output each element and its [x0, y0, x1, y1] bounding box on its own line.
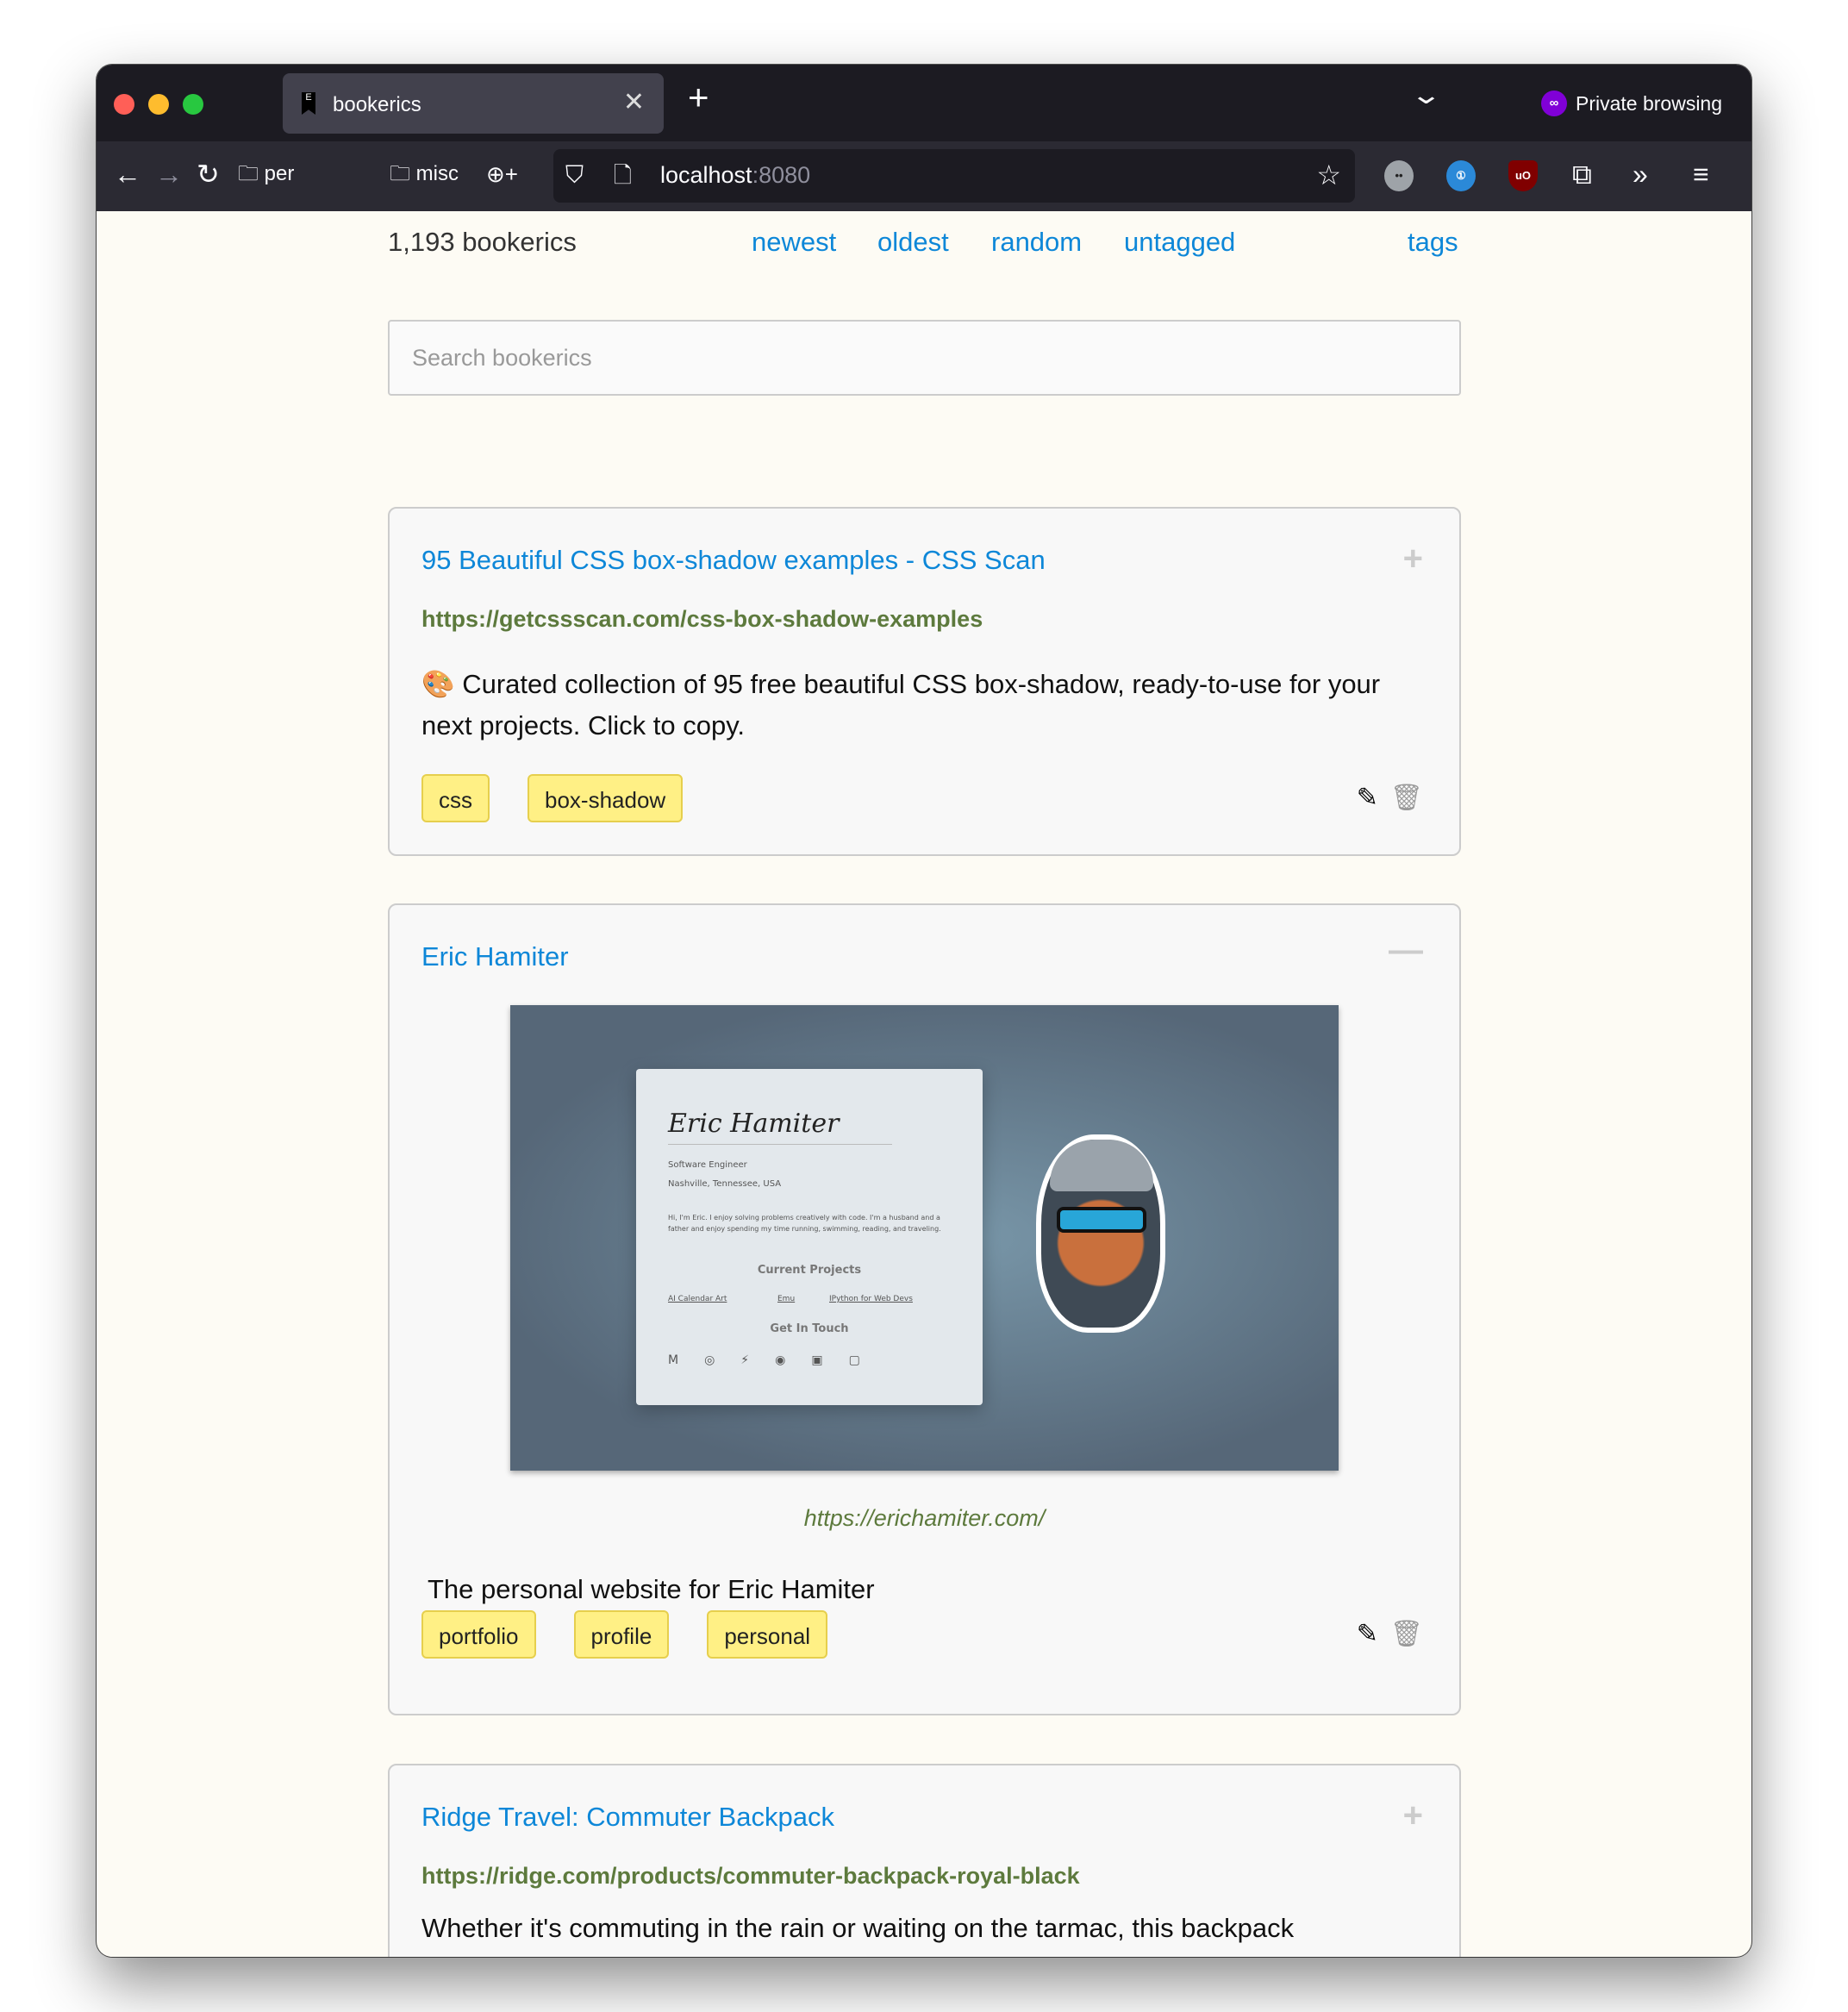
bookmark-url-link[interactable]: https://ridge.com/products/commuter-back…: [421, 1863, 1080, 1890]
nav-toolbar: ← → ↻ 🗀 per 🗀 misc ⊕+ ⛉ 🗋 localhost:8080…: [97, 141, 1751, 211]
nav-untagged[interactable]: untagged: [1124, 227, 1235, 258]
edit-pencil-icon[interactable]: ✎: [1357, 783, 1378, 813]
private-mask-icon: ∞: [1541, 91, 1567, 116]
expand-plus-icon[interactable]: +: [1403, 1796, 1423, 1835]
preview-project: IPython for Web Devs: [829, 1295, 913, 1303]
tab-title: bookerics: [333, 93, 421, 116]
address-bar[interactable]: ⛉ 🗋 localhost:8080 ☆: [553, 149, 1355, 203]
expand-plus-icon[interactable]: +: [1403, 540, 1423, 578]
zoom-window-button[interactable]: [183, 94, 203, 115]
trash-icon[interactable]: 🗑: [1390, 783, 1423, 813]
reload-icon[interactable]: ↻: [197, 157, 220, 191]
hamburger-menu-icon[interactable]: ≡: [1693, 157, 1709, 191]
bookmark-folder-per[interactable]: 🗀 per: [238, 157, 294, 191]
page-content: 1,193 bookerics newest oldest random unt…: [97, 211, 1751, 1957]
nav-oldest[interactable]: oldest: [877, 227, 949, 258]
bookmark-title-link[interactable]: 95 Beautiful CSS box-shadow examples - C…: [421, 545, 1046, 576]
tab-bookerics[interactable]: E bookerics ✕: [283, 73, 664, 134]
tag-profile[interactable]: profile: [573, 1610, 670, 1659]
card-actions: ✎ 🗑: [1357, 1619, 1423, 1649]
bookmark-url-link[interactable]: https://getcssscan.com/css-box-shadow-ex…: [421, 606, 983, 633]
preview-contact-heading: Get In Touch: [770, 1322, 849, 1335]
bookmark-folder-misc[interactable]: 🗀 misc: [390, 157, 459, 191]
preview-role: Software Engineer: [668, 1160, 747, 1170]
preview-location: Nashville, Tennessee, USA: [668, 1179, 782, 1189]
nav-tags[interactable]: tags: [1408, 227, 1458, 258]
tag-list: portfolio profile personal: [421, 1610, 828, 1659]
preview-social-icons: M◎⚡◉▣▢: [668, 1353, 886, 1367]
add-label: +: [504, 161, 518, 187]
avatar-illustration: [1036, 1134, 1165, 1333]
minimize-window-button[interactable]: [148, 94, 169, 115]
preview-projects-heading: Current Projects: [757, 1264, 862, 1277]
tag-list: css box-shadow: [421, 774, 684, 822]
bookmark-description: 🎨 Curated collection of 95 free beautifu…: [421, 669, 1381, 740]
page-icon: 🗋: [614, 162, 632, 188]
close-window-button[interactable]: [114, 94, 134, 115]
globe-bookmark-add[interactable]: ⊕+: [486, 157, 518, 191]
globe-icon: ⊕: [486, 161, 505, 187]
list-tabs-chevron-down-icon[interactable]: ⌄: [1410, 80, 1443, 110]
bookmark-count: 1,193 bookerics: [388, 227, 577, 257]
extension-1password-icon[interactable]: ①: [1446, 160, 1476, 191]
tag-personal[interactable]: personal: [707, 1610, 828, 1659]
private-browsing-indicator: ∞ Private browsing: [1541, 91, 1722, 116]
folder-label: misc: [415, 162, 459, 185]
preview-project: AI Calendar Art: [668, 1295, 727, 1303]
bookmark-card: Ridge Travel: Commuter Backpack + https:…: [388, 1764, 1461, 1957]
tag-box-shadow[interactable]: box-shadow: [528, 774, 684, 822]
bookmark-url-link[interactable]: https://erichamiter.com/: [390, 1505, 1459, 1532]
edit-pencil-icon[interactable]: ✎: [1357, 1619, 1378, 1649]
extensions-puzzle-icon[interactable]: ⧉: [1572, 157, 1592, 191]
folder-icon: 🗀: [390, 162, 410, 185]
trash-icon[interactable]: 🗑: [1390, 1619, 1423, 1649]
close-tab-icon[interactable]: ✕: [623, 87, 645, 117]
back-arrow-icon[interactable]: ←: [114, 157, 141, 191]
tag-portfolio[interactable]: portfolio: [421, 1610, 536, 1659]
bookmark-card: Eric Hamiter — Eric Hamiter Software Eng…: [388, 903, 1461, 1715]
extension-robot-icon[interactable]: ••: [1384, 160, 1414, 191]
nav-newest[interactable]: newest: [752, 227, 836, 258]
overflow-chevrons-icon[interactable]: »: [1633, 157, 1648, 191]
bookmark-description: Whether it's commuting in the rain or wa…: [421, 1913, 1295, 1943]
bookmark-title-link[interactable]: Ridge Travel: Commuter Backpack: [421, 1802, 834, 1833]
preview-bio: Hi, I'm Eric. I enjoy solving problems c…: [668, 1214, 941, 1233]
browser-window: E bookerics ✕ + ⌄ ∞ Private browsing ← → …: [97, 65, 1751, 1957]
bookmark-card: 95 Beautiful CSS box-shadow examples - C…: [388, 507, 1461, 856]
preview-card: Eric Hamiter Software Engineer Nashville…: [636, 1069, 983, 1405]
nav-random[interactable]: random: [991, 227, 1082, 258]
private-browsing-label: Private browsing: [1576, 91, 1723, 115]
website-preview-image[interactable]: Eric Hamiter Software Engineer Nashville…: [510, 1005, 1339, 1471]
preview-name: Eric Hamiter: [668, 1109, 892, 1145]
folder-icon: 🗀: [238, 162, 259, 185]
tag-css[interactable]: css: [421, 774, 490, 822]
card-actions: ✎ 🗑: [1357, 783, 1423, 813]
search-input[interactable]: [388, 320, 1461, 396]
collapse-minus-icon[interactable]: —: [1389, 931, 1423, 970]
url-text: localhost:8080: [660, 162, 811, 188]
new-tab-button[interactable]: +: [688, 77, 709, 118]
shield-icon[interactable]: ⛉: [565, 158, 584, 192]
preview-project: Emu: [777, 1295, 796, 1303]
forward-arrow-icon[interactable]: →: [155, 157, 183, 191]
folder-label: per: [264, 162, 295, 185]
ublock-origin-icon[interactable]: uO: [1508, 160, 1538, 191]
bookmark-favicon-icon: E: [302, 92, 315, 115]
bookmark-title-link[interactable]: Eric Hamiter: [421, 941, 569, 972]
bookmark-description: The personal website for Eric Hamiter: [428, 1574, 875, 1604]
star-bookmark-icon[interactable]: ☆: [1316, 158, 1341, 192]
tab-bar: E bookerics ✕ + ⌄ ∞ Private browsing: [97, 65, 1751, 141]
